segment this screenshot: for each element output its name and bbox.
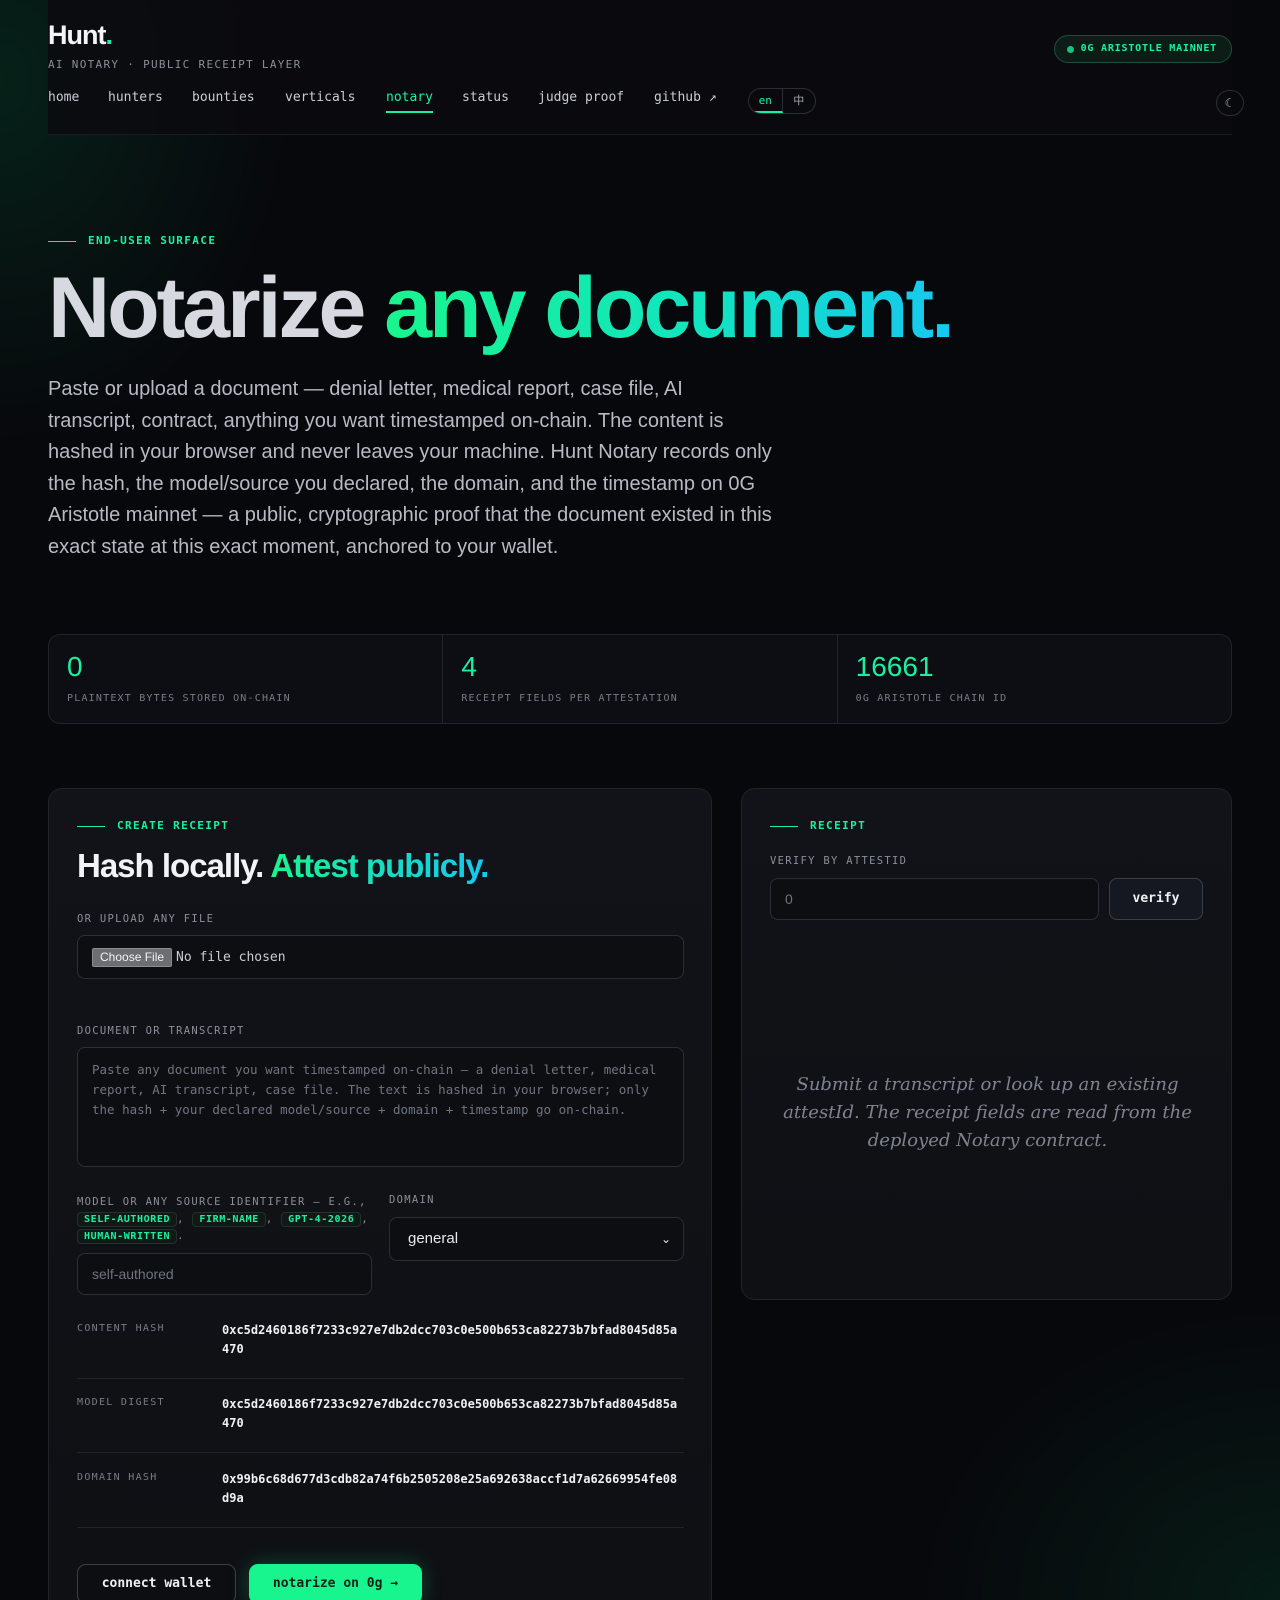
content-hash-row: CONTENT HASH 0xc5d2460186f7233c927e7db2d… xyxy=(77,1305,684,1379)
tagline: AI NOTARY · PUBLIC RECEIPT LAYER xyxy=(48,58,302,71)
create-eyebrow: CREATE RECEIPT xyxy=(77,819,229,832)
network-badge: 0G ARISTOTLE MAINNET xyxy=(1053,35,1232,63)
status-dot-icon xyxy=(1066,46,1074,53)
domain-hash-value: 0x99b6c68d677d3cdb82a74f6b2505208e25a692… xyxy=(222,1472,678,1505)
model-input[interactable]: self-authored xyxy=(77,1253,372,1295)
receipt-empty-note: Submit a transcript or look up an existi… xyxy=(783,1074,1192,1151)
stat-receipt-fields: 4 RECEIPT FIELDS PER ATTESTATION xyxy=(443,635,838,723)
nav-judge-proof[interactable]: judge proof xyxy=(538,90,624,105)
attest-id-input[interactable]: 0 xyxy=(770,878,1099,920)
upload-label: OR UPLOAD ANY FILE xyxy=(77,913,215,925)
notarize-button[interactable]: notarize on 0g → xyxy=(249,1564,422,1600)
language-switch: en 中 xyxy=(748,88,816,114)
nav-bounties[interactable]: bounties xyxy=(192,90,255,105)
nav-github[interactable]: github ↗ xyxy=(654,90,717,105)
model-label: MODEL OR ANY SOURCE IDENTIFIER — E.G., S… xyxy=(77,1196,370,1244)
hero-eyebrow: END-USER SURFACE xyxy=(48,234,216,247)
receipt-eyebrow: RECEIPT xyxy=(770,819,866,832)
document-textarea[interactable]: Paste any document you want timestamped … xyxy=(77,1047,684,1167)
nav-home[interactable]: home xyxy=(48,90,79,105)
file-status: No file chosen xyxy=(176,950,286,965)
hero-title: Notarize any document. xyxy=(48,260,955,356)
create-title: Hash locally. Attest publicly. xyxy=(77,847,489,884)
receipt-card: RECEIPT VERIFY BY ATTESTID 0 verify Subm… xyxy=(741,788,1232,1300)
choose-file-button[interactable]: Choose File xyxy=(92,948,173,967)
logo[interactable]: Hunt. xyxy=(48,20,113,51)
verify-button[interactable]: verify xyxy=(1109,878,1203,920)
chip-firm-name: FIRM-NAME xyxy=(192,1212,266,1227)
chip-self-authored: SELF-AUTHORED xyxy=(77,1212,178,1227)
lang-zh[interactable]: 中 xyxy=(783,89,816,113)
model-digest-value: 0xc5d2460186f7233c927e7db2dcc703c0e500b6… xyxy=(222,1397,678,1430)
site-header: Hunt. AI NOTARY · PUBLIC RECEIPT LAYER 0… xyxy=(48,0,1244,135)
domain-label: DOMAIN xyxy=(389,1194,435,1206)
chip-human-written: HUMAN-WRITTEN xyxy=(77,1229,178,1244)
stat-plaintext-bytes: 0 PLAINTEXT BYTES STORED ON-CHAIN xyxy=(49,635,444,723)
file-upload-input[interactable]: Choose File No file chosen xyxy=(77,935,684,979)
lang-en[interactable]: en xyxy=(749,89,783,113)
domain-hash-row: DOMAIN HASH 0x99b6c68d677d3cdb82a74f6b25… xyxy=(77,1454,684,1528)
nav-verticals[interactable]: verticals xyxy=(285,90,355,105)
content-hash-value: 0xc5d2460186f7233c927e7db2dcc703c0e500b6… xyxy=(222,1323,678,1356)
domain-select[interactable]: general ⌄ xyxy=(389,1217,684,1261)
connect-wallet-button[interactable]: connect wallet xyxy=(77,1564,236,1600)
verify-label: VERIFY BY ATTESTID xyxy=(770,855,908,867)
create-receipt-card: CREATE RECEIPT Hash locally. Attest publ… xyxy=(48,788,712,1600)
model-digest-row: MODEL DIGEST 0xc5d2460186f7233c927e7db2d… xyxy=(77,1379,684,1453)
nav-status[interactable]: status xyxy=(462,90,509,105)
nav-notary[interactable]: notary xyxy=(386,90,433,113)
stats-bar: 0 PLAINTEXT BYTES STORED ON-CHAIN 4 RECE… xyxy=(48,634,1232,724)
chip-gpt-4-2026: GPT-4-2026 xyxy=(281,1212,362,1227)
theme-toggle-moon-icon[interactable]: ☾ xyxy=(1216,90,1244,116)
nav-hunters[interactable]: hunters xyxy=(108,90,163,105)
stat-chain-id: 16661 0G ARISTOTLE CHAIN ID xyxy=(855,651,1008,704)
hero-description: Paste or upload a document — denial lett… xyxy=(48,378,772,558)
document-label: DOCUMENT OR TRANSCRIPT xyxy=(77,1025,245,1037)
chevron-down-icon: ⌄ xyxy=(660,1232,671,1246)
